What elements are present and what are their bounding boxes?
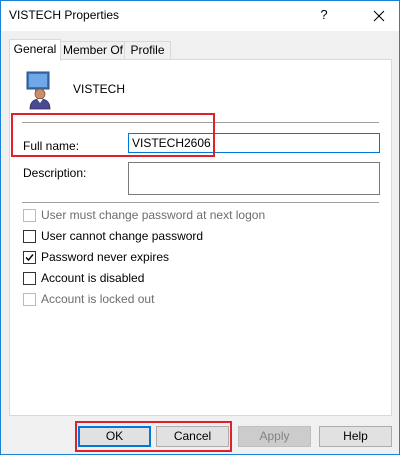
- ok-cancel-highlight: [75, 421, 232, 452]
- checkmark-icon: [25, 253, 34, 261]
- close-icon: [373, 10, 385, 22]
- checkbox-label: User must change password at next logon: [41, 208, 266, 222]
- tab-general[interactable]: General: [9, 39, 61, 61]
- divider: [22, 202, 379, 203]
- tab-profile[interactable]: Profile: [124, 41, 171, 60]
- checkbox: [23, 271, 36, 285]
- general-tab-panel: VISTECH Full name: Description: User mus…: [9, 59, 392, 416]
- user-name: VISTECH: [73, 82, 126, 96]
- account-locked-checkbox[interactable]: Account is locked out: [23, 291, 154, 307]
- cannot-change-password-checkbox[interactable]: User cannot change password: [23, 228, 203, 244]
- must-change-password-checkbox[interactable]: User must change password at next logon: [23, 207, 265, 223]
- description-label: Description:: [23, 166, 87, 180]
- title-bar[interactable]: VISTECH Properties ?: [1, 1, 399, 31]
- full-name-highlight: [11, 113, 215, 157]
- help-button[interactable]: Help: [319, 426, 392, 447]
- checkbox: [23, 208, 36, 222]
- close-button[interactable]: [361, 3, 397, 29]
- checkbox-label: Account is disabled: [41, 271, 145, 285]
- checkbox: [23, 292, 36, 306]
- checkbox: [23, 250, 36, 264]
- account-disabled-checkbox[interactable]: Account is disabled: [23, 270, 144, 286]
- description-field[interactable]: [128, 162, 380, 195]
- help-title-button[interactable]: ?: [314, 5, 334, 25]
- properties-dialog: VISTECH Properties ? General Member Of P…: [0, 0, 400, 455]
- checkbox: [23, 229, 36, 243]
- window-title: VISTECH Properties: [9, 8, 120, 22]
- tab-member-of[interactable]: Member Of: [60, 41, 126, 60]
- user-computer-icon: [26, 71, 51, 110]
- checkbox-label: User cannot change password: [41, 229, 204, 243]
- checkbox-label: Password never expires: [41, 250, 170, 264]
- checkbox-label: Account is locked out: [41, 292, 155, 306]
- password-never-expires-checkbox[interactable]: Password never expires: [23, 249, 169, 265]
- apply-button[interactable]: Apply: [238, 426, 311, 447]
